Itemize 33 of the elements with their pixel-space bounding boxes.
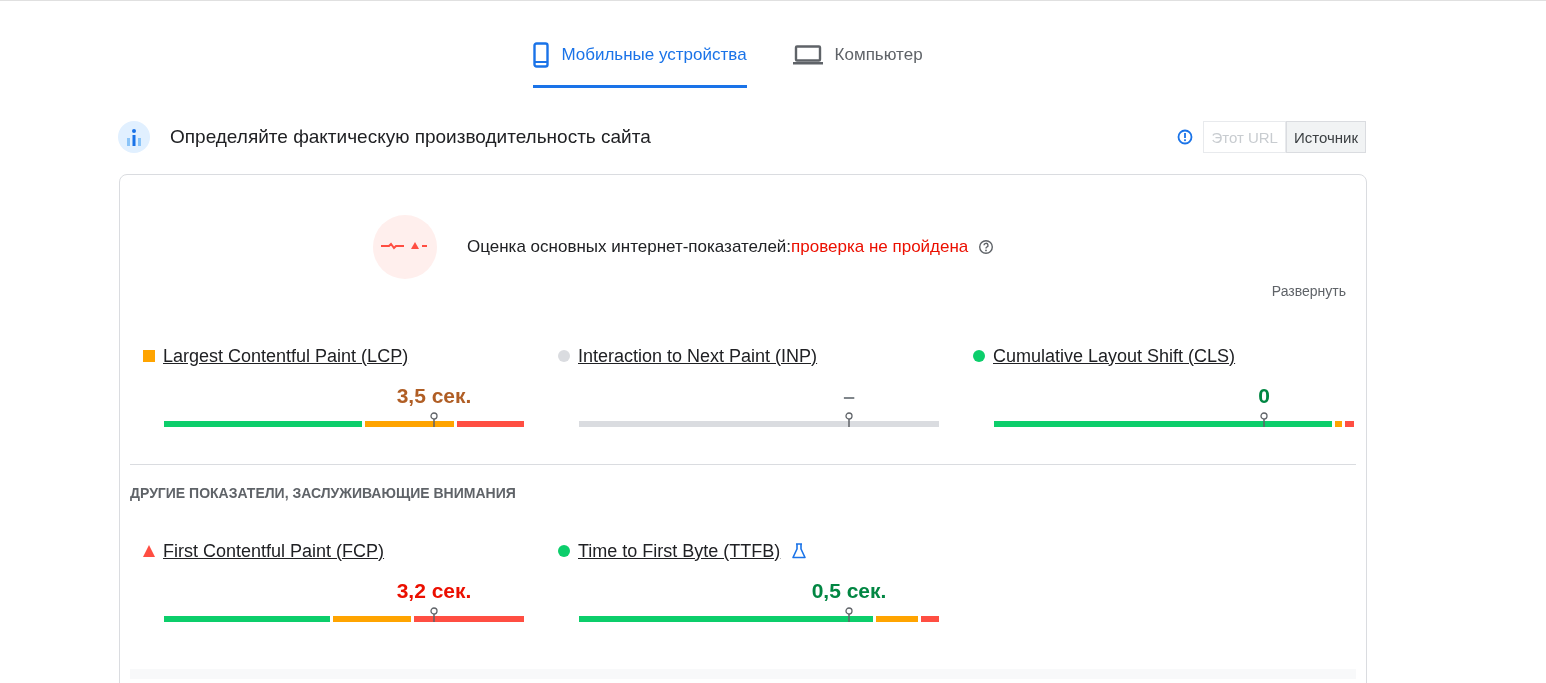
distribution-segment: [456, 421, 524, 427]
pin-icon: [845, 412, 853, 427]
metric-value: –: [843, 384, 855, 408]
metric-value: 0: [1258, 384, 1270, 408]
distribution-segment: [1345, 421, 1354, 427]
phone-icon: [533, 42, 550, 68]
metric-link[interactable]: Largest Contentful Paint (LCP): [163, 345, 409, 367]
expand-link[interactable]: Развернуть: [1271, 283, 1346, 299]
section-heading: ДРУГИЕ ПОКАЗАТЕЛИ, ЗАСЛУЖИВАЮЩИЕ ВНИМАНИЯ: [130, 485, 517, 501]
pin-icon: [430, 412, 438, 427]
metric-link[interactable]: Cumulative Layout Shift (CLS): [993, 345, 1236, 367]
metric-value: 3,2 сек.: [396, 579, 472, 603]
assessment-text: Оценка основных интернет-показателей:проверка не пройдена: [467, 237, 969, 257]
chart-icon: [118, 121, 150, 153]
section-title: Определяйте фактическую производительность сайта: [170, 126, 651, 148]
metric-link[interactable]: Interaction to Next Paint (INP): [578, 345, 818, 367]
help-icon: [978, 239, 995, 255]
failed-vitals-icon: [373, 215, 437, 279]
pin-icon: [845, 607, 853, 622]
laptop-icon: [792, 45, 823, 65]
source-toggle[interactable]: Источник: [1285, 121, 1366, 153]
distribution-segment: [1335, 421, 1343, 427]
info-icon: [1177, 129, 1194, 145]
pin-icon: [1260, 412, 1268, 427]
metric-link[interactable]: Time to First Byte (TTFB): [578, 540, 781, 562]
metric-value: 3,5 сек.: [396, 384, 472, 408]
distribution-segment: [921, 616, 939, 622]
pin-icon: [430, 607, 438, 622]
device-tab[interactable]: Компьютер: [760, 31, 923, 88]
distribution-segment: [875, 616, 919, 622]
device-tab[interactable]: Мобильные устройства: [533, 31, 747, 88]
metric-link[interactable]: First Contentful Paint (FCP): [163, 540, 385, 562]
metric-value: 0,5 сек.: [811, 579, 887, 603]
